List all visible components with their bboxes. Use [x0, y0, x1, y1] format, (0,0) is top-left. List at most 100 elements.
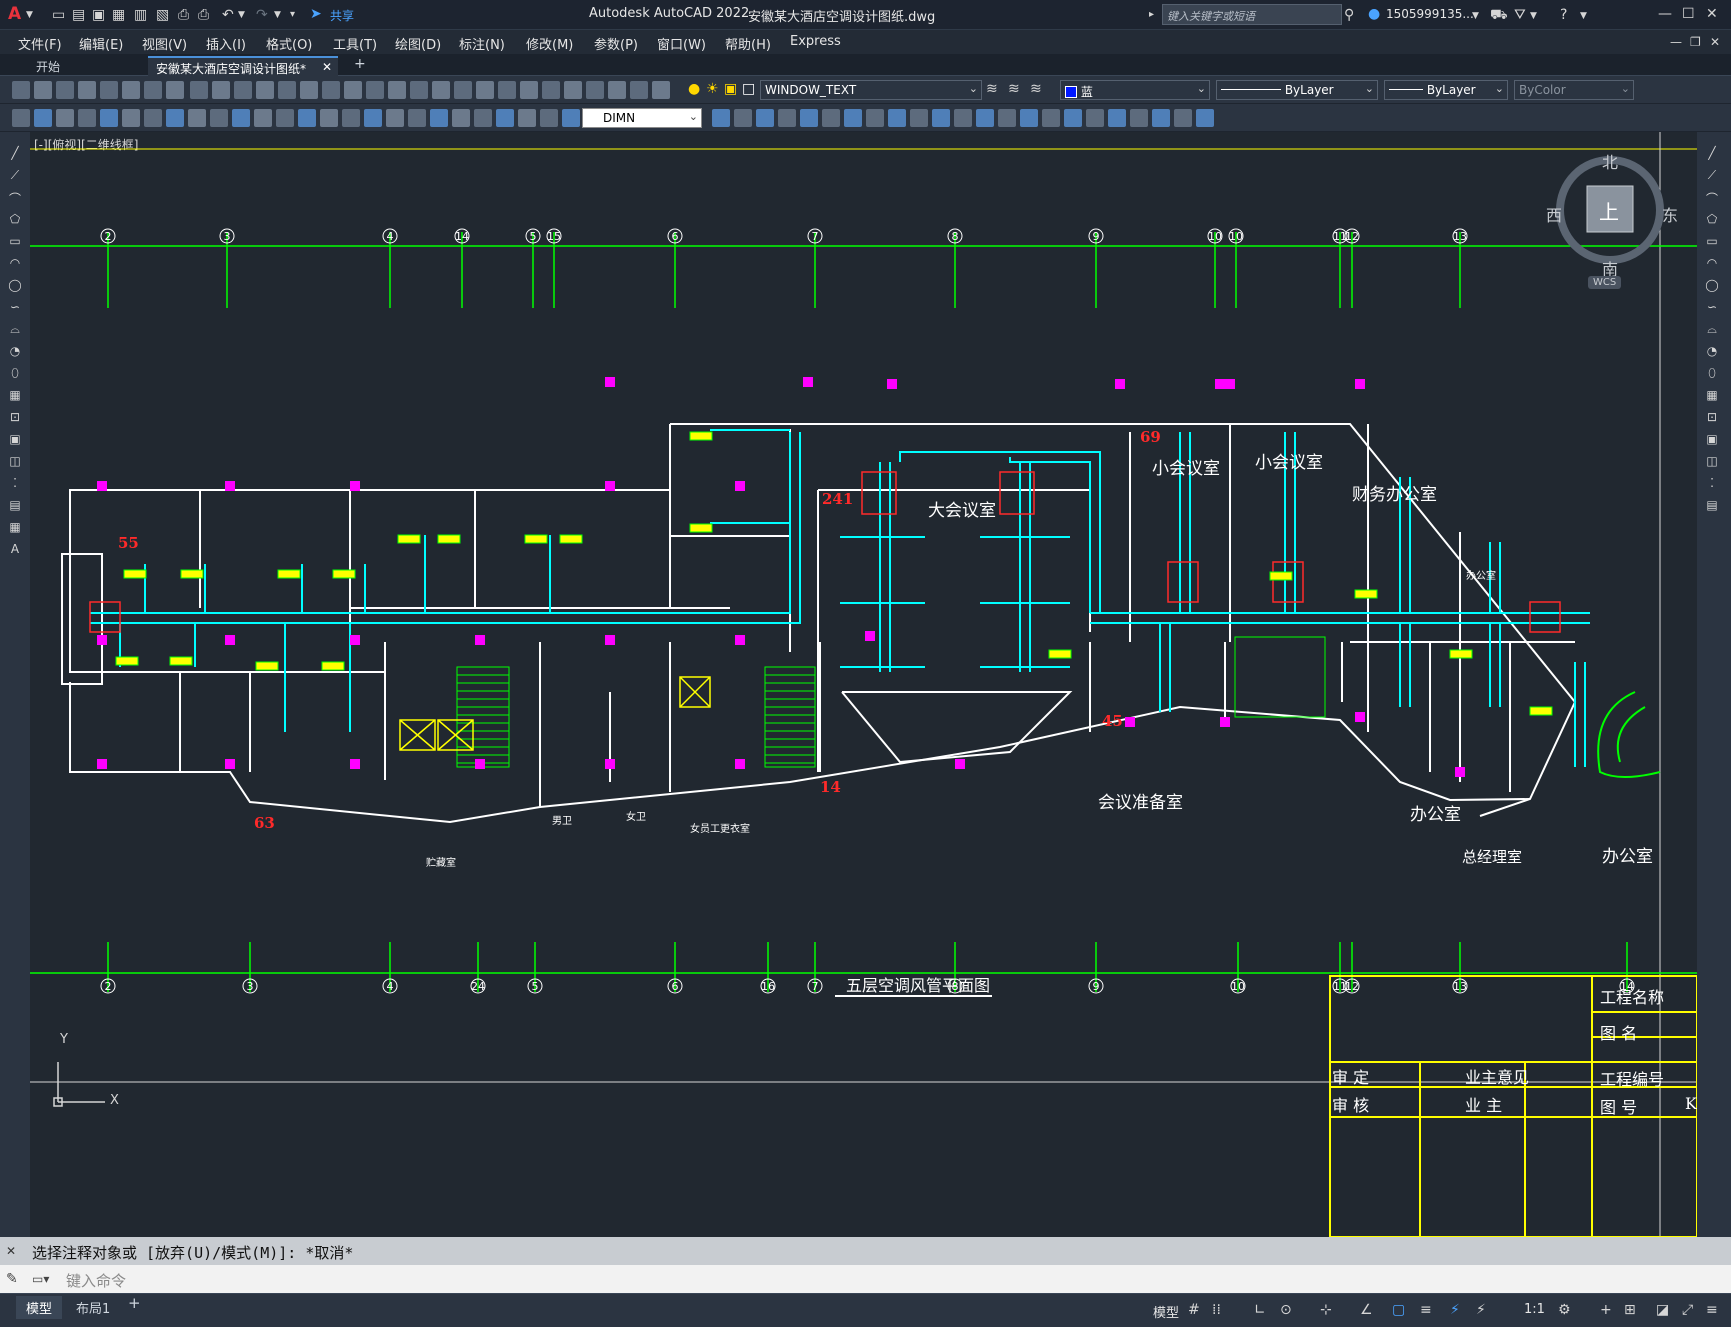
- dim-tool-icon-18[interactable]: [386, 109, 404, 127]
- dim-tool-icon-26[interactable]: [562, 109, 580, 127]
- selection-cycling-icon[interactable]: ▢: [1392, 1302, 1405, 1318]
- auto-scale-icon[interactable]: ⚡: [1476, 1302, 1486, 1318]
- modify-tool-icon-21[interactable]: [1152, 109, 1170, 127]
- add-icon[interactable]: +: [1600, 1302, 1612, 1318]
- draw-tool-icon-5[interactable]: ▭: [6, 234, 24, 250]
- user-name[interactable]: 1505999135...: [1386, 7, 1474, 21]
- modify-tool-icon-1[interactable]: [712, 109, 730, 127]
- modify-palette-icon-2[interactable]: ⟋: [1703, 168, 1721, 184]
- draw-tool-icon-4[interactable]: ⬠: [6, 212, 24, 228]
- standard-tool-icon-13[interactable]: [278, 81, 296, 99]
- ortho-icon[interactable]: ∟: [1254, 1302, 1266, 1318]
- help-dropdown-icon[interactable]: ▼: [1580, 7, 1587, 25]
- share-icon[interactable]: ➤: [310, 5, 322, 23]
- draw-tool-icon-13[interactable]: ⊡: [6, 410, 24, 426]
- modify-tool-icon-5[interactable]: [800, 109, 818, 127]
- dim-tool-icon-13[interactable]: [276, 109, 294, 127]
- app-menu-arrow-icon[interactable]: ▼: [26, 6, 33, 24]
- redo-dropdown-icon[interactable]: ▼: [274, 6, 281, 24]
- annotation-scale[interactable]: 1:1: [1524, 1302, 1545, 1317]
- dim-tool-icon-15[interactable]: [320, 109, 338, 127]
- menu-dimension[interactable]: 标注(N): [459, 34, 505, 53]
- plot-icon[interactable]: ⎙: [178, 6, 189, 24]
- dim-tool-icon-25[interactable]: [540, 109, 558, 127]
- menu-help[interactable]: 帮助(H): [725, 34, 771, 53]
- undo-icon[interactable]: ↶: [222, 6, 234, 24]
- tab-close-icon[interactable]: ✕: [322, 60, 332, 74]
- standard-tool-icon-11[interactable]: [234, 81, 252, 99]
- drawing-canvas[interactable]: [-][俯视][二维线框] 2 3 4 14 5 15 6 7 8 9 10 10 11 12 13 234…: [30, 132, 1697, 1237]
- modify-palette-icon-1[interactable]: ╱: [1703, 146, 1721, 162]
- print-icon[interactable]: ⎙: [198, 6, 209, 24]
- standard-tool-icon-28[interactable]: [608, 81, 626, 99]
- tab-add-button[interactable]: +: [346, 54, 374, 74]
- tab-start[interactable]: 开始: [28, 56, 68, 76]
- dim-tool-icon-23[interactable]: [496, 109, 514, 127]
- modify-palette-icon-9[interactable]: ⌓: [1703, 322, 1721, 338]
- make-current-layer-icon[interactable]: ≋: [986, 80, 998, 98]
- list-icon[interactable]: ≡: [1420, 1302, 1432, 1318]
- layer-states-icon[interactable]: ≋: [1030, 80, 1042, 98]
- settings-gear-icon[interactable]: ⚙: [1558, 1302, 1571, 1318]
- draw-tool-icon-10[interactable]: ◔: [6, 344, 24, 360]
- standard-tool-icon-18[interactable]: [388, 81, 406, 99]
- search-input[interactable]: 键入关键字或短语: [1162, 4, 1342, 25]
- customize-qat-icon[interactable]: ▾: [290, 6, 295, 24]
- standard-tool-icon-9[interactable]: [190, 81, 208, 99]
- modify-palette-icon-3[interactable]: ⌒: [1703, 190, 1721, 206]
- standard-tool-icon-21[interactable]: [454, 81, 472, 99]
- menu-parametric[interactable]: 参数(P): [594, 34, 638, 53]
- a360-dropdown-icon[interactable]: ▼: [1530, 7, 1537, 25]
- draw-tool-icon-19[interactable]: A: [6, 542, 24, 558]
- draw-tool-icon-17[interactable]: ▤: [6, 498, 24, 514]
- menu-format[interactable]: 格式(O): [266, 34, 312, 53]
- dim-tool-icon-12[interactable]: [254, 109, 272, 127]
- dim-tool-icon-19[interactable]: [408, 109, 426, 127]
- modify-palette-icon-7[interactable]: ◯: [1703, 278, 1721, 294]
- modify-tool-icon-22[interactable]: [1174, 109, 1192, 127]
- dim-tool-icon-3[interactable]: [56, 109, 74, 127]
- modify-tool-icon-13[interactable]: [976, 109, 994, 127]
- standard-tool-icon-17[interactable]: [366, 81, 384, 99]
- cart-icon[interactable]: ⛟: [1490, 6, 1508, 24]
- doc-close-icon[interactable]: ✕: [1710, 33, 1720, 51]
- dim-tool-icon-14[interactable]: [298, 109, 316, 127]
- modify-tool-icon-17[interactable]: [1064, 109, 1082, 127]
- standard-tool-icon-12[interactable]: [256, 81, 274, 99]
- draw-tool-icon-16[interactable]: ⁚: [6, 476, 24, 492]
- modify-palette-icon-10[interactable]: ◔: [1703, 344, 1721, 360]
- command-prompt-icon[interactable]: ▭▾: [32, 1270, 49, 1288]
- draw-tool-icon-9[interactable]: ⌓: [6, 322, 24, 338]
- standard-tool-icon-4[interactable]: [78, 81, 96, 99]
- save-icon[interactable]: ▣: [92, 6, 105, 24]
- standard-tool-icon-20[interactable]: [432, 81, 450, 99]
- search-expand-icon[interactable]: ▸: [1149, 6, 1154, 24]
- standard-tool-icon-27[interactable]: [586, 81, 604, 99]
- add-layout-button[interactable]: +: [128, 1294, 141, 1312]
- autodesk-a360-icon[interactable]: ⛛: [1514, 6, 1526, 24]
- modify-tool-icon-4[interactable]: [778, 109, 796, 127]
- modify-tool-icon-8[interactable]: [866, 109, 884, 127]
- dim-tool-icon-11[interactable]: [232, 109, 250, 127]
- draw-tool-icon-8[interactable]: ∽: [6, 300, 24, 316]
- tab-layout1[interactable]: 布局1: [70, 1296, 116, 1319]
- draw-tool-icon-18[interactable]: ▦: [6, 520, 24, 536]
- standard-tool-icon-23[interactable]: [498, 81, 516, 99]
- modify-tool-icon-20[interactable]: [1130, 109, 1148, 127]
- standard-tool-icon-16[interactable]: [344, 81, 362, 99]
- viewcube-west[interactable]: 西: [1546, 202, 1562, 226]
- menu-insert[interactable]: 插入(I): [206, 34, 246, 53]
- modify-palette-icon-5[interactable]: ▭: [1703, 234, 1721, 250]
- modify-tool-icon-18[interactable]: [1086, 109, 1104, 127]
- modify-tool-icon-2[interactable]: [734, 109, 752, 127]
- draw-tool-icon-6[interactable]: ◠: [6, 256, 24, 272]
- modify-palette-icon-16[interactable]: ⁚: [1703, 476, 1721, 492]
- modify-tool-icon-19[interactable]: [1108, 109, 1126, 127]
- draw-tool-icon-15[interactable]: ◫: [6, 454, 24, 470]
- minimize-icon[interactable]: —: [1658, 5, 1672, 23]
- color-dropdown[interactable]: 蓝 ⌄: [1060, 80, 1210, 100]
- modify-tool-icon-3[interactable]: [756, 109, 774, 127]
- command-input[interactable]: 键入命令: [62, 1267, 1722, 1291]
- menu-edit[interactable]: 编辑(E): [79, 34, 123, 53]
- modify-palette-icon-8[interactable]: ∽: [1703, 300, 1721, 316]
